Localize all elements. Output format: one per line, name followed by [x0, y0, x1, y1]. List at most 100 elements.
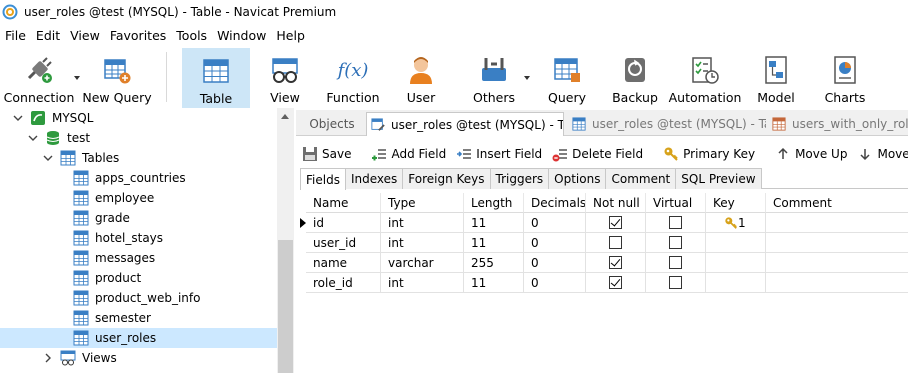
table-row[interactable]: id int 11 0 1 [298, 213, 908, 233]
primary-key-button[interactable]: Primary Key [663, 146, 755, 162]
header-name[interactable]: Name [306, 193, 381, 213]
cell-type[interactable]: varchar [381, 253, 464, 273]
function-button[interactable]: f(x) Function [322, 48, 384, 108]
cell-decimals[interactable]: 0 [524, 233, 586, 253]
cell-comment[interactable] [766, 213, 908, 233]
header-type[interactable]: Type [381, 193, 464, 213]
tree-table-item[interactable]: grade [0, 208, 277, 228]
tree-table-item[interactable]: semester [0, 308, 277, 328]
cell-type[interactable]: int [381, 273, 464, 293]
scrollbar-thumb[interactable] [278, 240, 293, 373]
tree-table-item[interactable]: apps_countries [0, 168, 277, 188]
cell-type[interactable]: int [381, 213, 464, 233]
delete-field-button[interactable]: Delete Field [552, 146, 643, 162]
automation-button[interactable]: Automation [669, 48, 741, 108]
cell-length[interactable]: 11 [464, 213, 524, 233]
cell-length[interactable]: 11 [464, 233, 524, 253]
menu-help[interactable]: Help [271, 28, 310, 43]
cell-name[interactable]: id [306, 213, 381, 233]
virtual-checkbox[interactable] [669, 256, 682, 269]
others-button[interactable]: Others [464, 48, 524, 108]
cell-decimals[interactable]: 0 [524, 253, 586, 273]
new-query-button[interactable]: New Query [82, 48, 152, 108]
tab-options[interactable]: Options [548, 168, 607, 189]
tab-user-roles-active[interactable]: user_roles @test (MYSQL) - Ta... [366, 112, 564, 136]
table-row[interactable]: user_id int 11 0 [298, 233, 908, 253]
tab-indexes[interactable]: Indexes [344, 168, 404, 189]
header-key[interactable]: Key [706, 193, 766, 213]
tree-connection-mysql[interactable]: MYSQL [0, 108, 277, 128]
cell-name[interactable]: role_id [306, 273, 381, 293]
table-row[interactable]: name varchar 255 0 [298, 253, 908, 273]
cell-length[interactable]: 11 [464, 273, 524, 293]
virtual-checkbox[interactable] [669, 236, 682, 249]
add-field-button[interactable]: Add Field [371, 146, 446, 162]
tab-users-with-only-role[interactable]: users_with_only_role_i [768, 112, 908, 136]
chevron-down-icon[interactable] [42, 152, 54, 164]
tree-tables-folder[interactable]: Tables [0, 148, 277, 168]
tree-table-item[interactable]: product [0, 268, 277, 288]
not-null-checkbox[interactable] [609, 256, 622, 269]
cell-key[interactable] [706, 273, 766, 293]
charts-button[interactable]: Charts [820, 48, 870, 108]
cell-key[interactable] [706, 233, 766, 253]
tab-comment[interactable]: Comment [605, 168, 677, 189]
cell-comment[interactable] [766, 253, 908, 273]
menu-edit[interactable]: Edit [31, 28, 65, 43]
cell-decimals[interactable]: 0 [524, 273, 586, 293]
cell-key[interactable] [706, 253, 766, 273]
header-virtual[interactable]: Virtual [646, 193, 706, 213]
save-button[interactable]: Save [302, 146, 351, 162]
virtual-checkbox[interactable] [669, 276, 682, 289]
cell-comment[interactable] [766, 273, 908, 293]
tab-triggers[interactable]: Triggers [489, 168, 550, 189]
table-row[interactable]: role_id int 11 0 [298, 273, 908, 293]
virtual-checkbox[interactable] [669, 216, 682, 229]
move-up-button[interactable]: Move Up [775, 146, 847, 162]
tab-user-roles-second[interactable]: user_roles @test (MYSQL) - Ta... [568, 112, 766, 136]
not-null-checkbox[interactable] [609, 216, 622, 229]
cell-length[interactable]: 255 [464, 253, 524, 273]
tree-views-folder[interactable]: Views [0, 348, 277, 368]
chevron-right-icon[interactable] [42, 352, 54, 364]
header-decimals[interactable]: Decimals [524, 193, 586, 213]
connection-button[interactable]: Connection [4, 48, 74, 108]
menu-file[interactable]: File [0, 28, 31, 43]
scroll-up-icon[interactable] [281, 114, 289, 119]
tab-sql-preview[interactable]: SQL Preview [675, 168, 762, 189]
not-null-checkbox[interactable] [609, 276, 622, 289]
cell-name[interactable]: name [306, 253, 381, 273]
table-button[interactable]: Table [182, 48, 250, 108]
header-length[interactable]: Length [464, 193, 524, 213]
query-button[interactable]: Query [540, 48, 594, 108]
cell-key[interactable]: 1 [706, 213, 766, 233]
chevron-down-icon[interactable] [27, 132, 39, 144]
tree-table-item-selected[interactable]: user_roles [0, 328, 277, 348]
tree-table-item[interactable]: employee [0, 188, 277, 208]
menu-favorites[interactable]: Favorites [105, 28, 171, 43]
model-button[interactable]: Model [752, 48, 800, 108]
tree-table-item[interactable]: messages [0, 248, 277, 268]
cell-type[interactable]: int [381, 233, 464, 253]
view-button[interactable]: View [260, 48, 310, 108]
menu-window[interactable]: Window [212, 28, 271, 43]
tree-database-test[interactable]: test [0, 128, 277, 148]
cell-name[interactable]: user_id [306, 233, 381, 253]
tree-scrollbar[interactable] [277, 108, 294, 373]
insert-field-button[interactable]: Insert Field [456, 146, 542, 162]
cell-decimals[interactable]: 0 [524, 213, 586, 233]
chevron-down-icon[interactable] [12, 112, 24, 124]
tab-foreign-keys[interactable]: Foreign Keys [402, 168, 491, 189]
tree-table-item[interactable]: hotel_stays [0, 228, 277, 248]
tree-table-item[interactable]: product_web_info [0, 288, 277, 308]
tab-fields[interactable]: Fields [300, 168, 346, 190]
tab-objects[interactable]: Objects [302, 112, 362, 136]
connection-dropdown-icon[interactable] [74, 76, 80, 80]
menu-tools[interactable]: Tools [171, 28, 212, 43]
menu-view[interactable]: View [65, 28, 105, 43]
header-comment[interactable]: Comment [766, 193, 908, 213]
move-down-button[interactable]: Move Down [857, 146, 908, 162]
user-button[interactable]: User [396, 48, 446, 108]
cell-comment[interactable] [766, 233, 908, 253]
header-not-null[interactable]: Not null [586, 193, 646, 213]
